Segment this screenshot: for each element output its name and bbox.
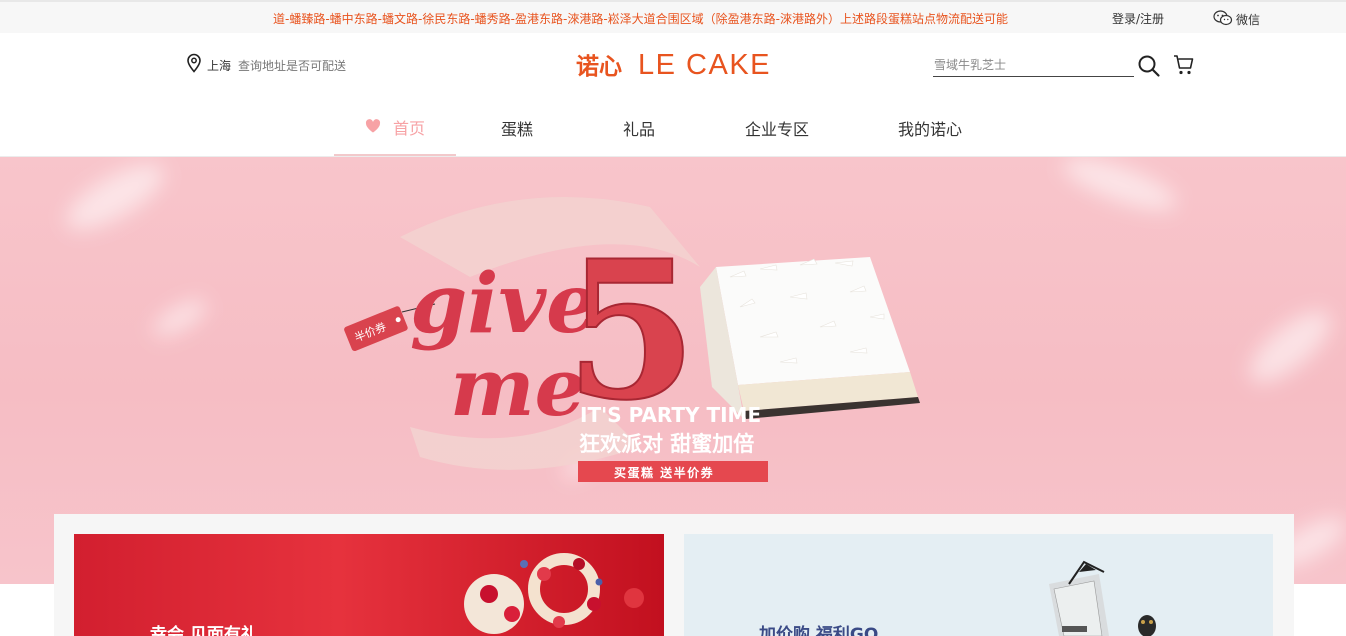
- logo-text: LE CAKE: [638, 48, 771, 81]
- nav-label-cake: 蛋糕: [500, 120, 533, 139]
- card-title-gift: 幸会 见面有礼: [150, 625, 258, 636]
- top-bar: 道-蟠臻路-蟠中东路-蟠文路-徐民东路-蟠秀路-盈港东路-淶港路-崧泽大道合围区…: [0, 0, 1346, 33]
- card-title-addon: 加价购 福利GO: [759, 625, 879, 636]
- nav-item-cake[interactable]: 蛋糕: [486, 100, 548, 156]
- wechat-label: 微信: [1236, 12, 1261, 27]
- cart-button[interactable]: [1172, 53, 1196, 77]
- cart-icon: [1174, 55, 1194, 75]
- promo-card-addon[interactable]: 加价购 福利GO: [684, 534, 1273, 636]
- heart-icon: [365, 118, 381, 132]
- nav-item-gift[interactable]: 礼品: [608, 100, 670, 156]
- login-register-link[interactable]: 登录/注册: [1112, 11, 1164, 27]
- nav-label-home: 首页: [392, 119, 425, 138]
- promo-card-gift[interactable]: 幸会 见面有礼: [74, 534, 664, 636]
- wechat-icon: [1213, 9, 1233, 29]
- search-input[interactable]: [933, 53, 1134, 77]
- nav-item-my-account[interactable]: 我的诺心: [884, 100, 976, 156]
- search-button[interactable]: [1137, 54, 1161, 78]
- nav-label-my-account: 我的诺心: [897, 120, 962, 139]
- search-icon: [1138, 55, 1160, 77]
- address-check-link[interactable]: 查询地址是否可配送: [238, 57, 346, 74]
- svg-text:IT'S PARTY TIME: IT'S PARTY TIME: [580, 403, 761, 427]
- svg-text:诺心: 诺心: [576, 54, 622, 80]
- nav-item-home[interactable]: 首页: [334, 100, 456, 156]
- delivery-notice[interactable]: 道-蟠臻路-蟠中东路-蟠文路-徐民东路-蟠秀路-盈港东路-淶港路-崧泽大道合围区…: [273, 11, 1025, 27]
- location-pin-icon: [185, 53, 203, 77]
- logo-mark: 诺心: [576, 54, 622, 80]
- nav-label-enterprise: 企业专区: [744, 120, 809, 139]
- brand-logo[interactable]: 诺心 LE CAKE: [576, 47, 771, 83]
- wechat-link[interactable]: 微信: [1213, 9, 1261, 29]
- city-label[interactable]: 上海: [207, 57, 231, 74]
- main-nav: 首页 蛋糕 礼品 企业专区 我的诺心: [0, 100, 1346, 157]
- location-selector[interactable]: 上海 查询地址是否可配送: [185, 53, 346, 77]
- svg-text:狂欢派对 甜蜜加倍: 狂欢派对 甜蜜加倍: [579, 432, 754, 456]
- nav-label-gift: 礼品: [622, 120, 655, 139]
- svg-text:买蛋糕 送半价券: 买蛋糕 送半价券: [614, 465, 714, 480]
- nav-item-enterprise[interactable]: 企业专区: [731, 100, 823, 156]
